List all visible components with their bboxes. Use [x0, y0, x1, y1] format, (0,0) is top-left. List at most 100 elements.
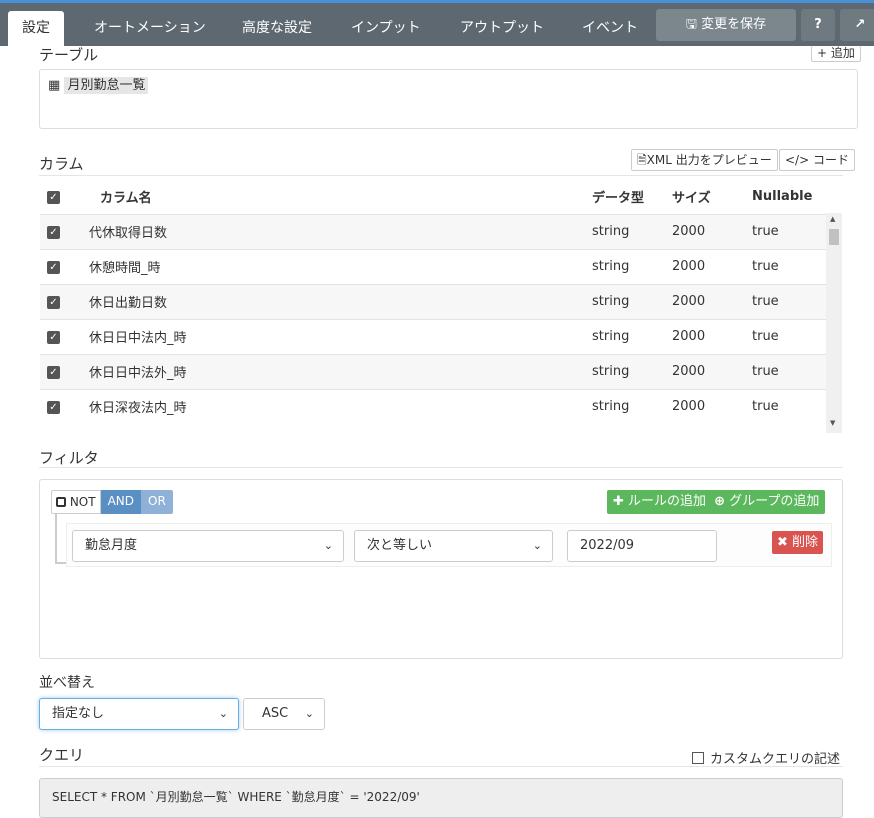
add-table-button[interactable]: + 追加 [811, 46, 861, 62]
table-row[interactable]: ✓ 休日深夜法内_時 string 2000 true [40, 388, 826, 424]
tab-settings[interactable]: 設定 [8, 11, 64, 46]
divider [39, 467, 843, 468]
column-header-type[interactable]: データ型 [592, 179, 672, 214]
tab-input[interactable]: インプット [337, 11, 435, 46]
column-name-cell: 代休取得日数 [88, 213, 592, 249]
table-row[interactable]: ✓ 休日出勤日数 string 2000 true [40, 283, 826, 319]
scroll-down-arrow-icon[interactable]: ▼ [830, 419, 835, 427]
sort-field-select[interactable]: 指定なし ⌄ [39, 698, 239, 730]
tab-advanced[interactable]: 高度な設定 [228, 11, 326, 46]
size-cell: 2000 [672, 248, 752, 284]
delete-rule-button[interactable]: ✖ 削除 [772, 531, 824, 554]
rule-value-input[interactable]: 2022/09 [567, 530, 717, 562]
filter-rule: 勤怠月度 ⌄ 次と等しい ⌄ 2022/09 ✖ 削除 [66, 523, 832, 567]
add-group-label: グループの追加 [729, 494, 820, 509]
scrollbar[interactable]: ▲ ▼ [826, 213, 842, 433]
select-all-checkbox[interactable]: ✓ [47, 190, 60, 204]
condition-group: NOT AND OR [51, 490, 173, 514]
sort-order-value: ASC [262, 706, 289, 721]
not-toggle[interactable]: NOT [51, 490, 101, 514]
add-rule-label: ルールの追加 [628, 494, 707, 509]
help-icon: ? [814, 17, 822, 32]
custom-query-toggle[interactable]: カスタムクエリの記述 [692, 748, 840, 767]
table-row[interactable]: ✓ 休日日中法内_時 string 2000 true [40, 318, 826, 354]
external-link-button[interactable]: ↗ [840, 9, 874, 41]
data-type-cell: string [592, 283, 672, 319]
code-button[interactable]: </> コード [779, 149, 855, 171]
file-icon: 🗎 [637, 153, 647, 167]
help-button[interactable]: ? [801, 9, 835, 41]
rule-field-select[interactable]: 勤怠月度 ⌄ [72, 530, 344, 562]
tab-automation[interactable]: オートメーション [80, 11, 220, 46]
row-select-cell: ✓ [40, 283, 88, 319]
data-type-cell: string [592, 388, 672, 424]
table-item[interactable]: ▦ 月別勤怠一覧 [48, 76, 149, 96]
plus-circle-icon: ⊕ [714, 494, 725, 509]
sort-section-title: 並べ替え [39, 675, 95, 691]
xml-preview-button[interactable]: 🗎XML 出力をプレビュー [631, 149, 778, 171]
row-checkbox[interactable]: ✓ [47, 331, 60, 344]
tab-event[interactable]: イベント [568, 11, 652, 46]
row-checkbox[interactable]: ✓ [47, 296, 60, 309]
rule-operator-select[interactable]: 次と等しい ⌄ [354, 530, 553, 562]
custom-query-checkbox[interactable] [692, 752, 704, 764]
and-button[interactable]: AND [100, 490, 142, 514]
table-row[interactable]: ✓ 休日日中法外_時 string 2000 true [40, 353, 826, 389]
sort-field-value: 指定なし [52, 706, 105, 721]
size-cell: 2000 [672, 213, 752, 249]
table-list: ▦ 月別勤怠一覧 [39, 69, 858, 129]
tab-bar: 設定 オートメーション 高度な設定 インプット アウトプット イベント 🖫 変更… [0, 3, 874, 46]
save-label: 変更を保存 [701, 17, 767, 32]
row-checkbox[interactable]: ✓ [47, 226, 60, 239]
scroll-up-arrow-icon[interactable]: ▲ [830, 215, 835, 223]
rule-operator-value: 次と等しい [367, 538, 433, 553]
rule-field-value: 勤怠月度 [85, 538, 138, 553]
table-row[interactable]: ✓ 代休取得日数 string 2000 true [40, 213, 826, 249]
external-link-icon: ↗ [854, 17, 866, 32]
data-type-cell: string [592, 213, 672, 249]
filter-section-title: フィルタ [39, 449, 99, 467]
nullable-cell: true [752, 248, 826, 284]
delete-label: 削除 [792, 535, 819, 550]
row-checkbox[interactable]: ✓ [47, 261, 60, 274]
chevron-down-icon: ⌄ [323, 539, 333, 552]
row-select-cell: ✓ [40, 318, 88, 354]
add-rule-button[interactable]: ✚ ルールの追加 [613, 490, 706, 514]
size-cell: 2000 [672, 353, 752, 389]
sort-order-select[interactable]: ASC ⌄ [243, 698, 325, 730]
data-type-cell: string [592, 318, 672, 354]
column-header-nullable[interactable]: Nullable [752, 179, 826, 214]
custom-query-label: カスタムクエリの記述 [710, 752, 841, 767]
not-label: NOT [69, 495, 96, 509]
nullable-cell: true [752, 283, 826, 319]
save-button[interactable]: 🖫 変更を保存 [656, 9, 796, 41]
row-select-cell: ✓ [40, 388, 88, 424]
column-header-name[interactable]: カラム名 [88, 179, 592, 214]
tab-output[interactable]: アウトプット [446, 11, 558, 46]
table-section-title: テーブル [39, 46, 99, 64]
column-header-size[interactable]: サイズ [672, 179, 752, 214]
table-icon: ▦ [48, 78, 61, 93]
columns-table: ✓ カラム名 データ型 サイズ Nullable ✓ 代休取得日数 string… [40, 179, 842, 433]
data-type-cell: string [592, 353, 672, 389]
table-row[interactable]: ✓ 休憩時間_時 string 2000 true [40, 248, 826, 284]
row-checkbox[interactable]: ✓ [47, 366, 60, 379]
not-checkbox[interactable] [56, 497, 66, 507]
nullable-cell: true [752, 213, 826, 249]
query-textarea[interactable]: SELECT * FROM `月別勤怠一覧` WHERE `勤怠月度` = '2… [39, 778, 843, 818]
filter-builder: NOT AND OR ✚ ルールの追加 ⊕ グループの追加 勤怠月度 ⌄ 次と等し… [39, 479, 843, 659]
column-name-cell: 休日深夜法内_時 [88, 388, 592, 424]
chevron-down-icon: ⌄ [304, 707, 314, 720]
chevron-down-icon: ⌄ [532, 539, 542, 552]
column-name-cell: 休日日中法外_時 [88, 353, 592, 389]
row-checkbox[interactable]: ✓ [47, 401, 60, 415]
columns-section-title: カラム [39, 155, 84, 173]
or-button[interactable]: OR [141, 490, 173, 514]
column-name-cell: 休憩時間_時 [88, 248, 592, 284]
plus-icon: ✚ [613, 494, 624, 509]
column-name-cell: 休日出勤日数 [88, 283, 592, 319]
scrollbar-thumb[interactable] [829, 229, 839, 245]
query-section-title: クエリ [39, 746, 85, 764]
add-group-button[interactable]: ⊕ グループの追加 [714, 490, 819, 514]
column-name-cell: 休日日中法内_時 [88, 318, 592, 354]
